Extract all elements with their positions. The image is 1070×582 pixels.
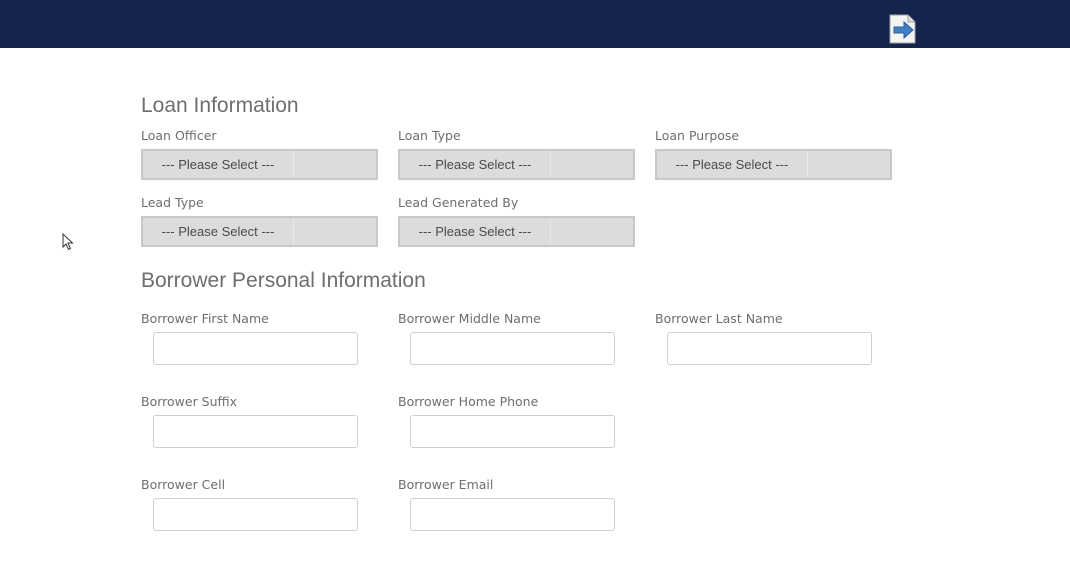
loan-officer-label: Loan Officer — [141, 128, 217, 143]
loan-purpose-selected-value: --- Please Select --- — [657, 151, 808, 178]
lead-generated-by-selected-value: --- Please Select --- — [400, 218, 551, 245]
borrower-first-name-input[interactable] — [153, 332, 358, 365]
borrower-last-name-label: Borrower Last Name — [655, 311, 783, 326]
borrower-middle-name-input[interactable] — [410, 332, 615, 365]
loan-type-select[interactable]: --- Please Select --- — [398, 149, 635, 180]
lead-generated-by-select[interactable]: --- Please Select --- — [398, 216, 635, 247]
logout-icon[interactable] — [888, 14, 918, 44]
borrower-last-name-input[interactable] — [667, 332, 872, 365]
loan-officer-select[interactable]: --- Please Select --- — [141, 149, 378, 180]
borrower-personal-information-heading: Borrower Personal Information — [141, 269, 426, 292]
loan-type-label: Loan Type — [398, 128, 461, 143]
loan-purpose-label: Loan Purpose — [655, 128, 740, 143]
top-header-bar — [0, 0, 1070, 48]
borrower-cell-label: Borrower Cell — [141, 477, 226, 492]
lead-type-select[interactable]: --- Please Select --- — [141, 216, 378, 247]
borrower-middle-name-label: Borrower Middle Name — [398, 311, 541, 326]
lead-type-selected-value: --- Please Select --- — [143, 218, 294, 245]
mouse-pointer-icon — [62, 232, 74, 251]
borrower-email-input[interactable] — [410, 498, 615, 531]
borrower-cell-input[interactable] — [153, 498, 358, 531]
lead-generated-by-label: Lead Generated By — [398, 195, 519, 210]
borrower-home-phone-label: Borrower Home Phone — [398, 394, 539, 409]
loan-type-selected-value: --- Please Select --- — [400, 151, 551, 178]
loan-officer-selected-value: --- Please Select --- — [143, 151, 294, 178]
borrower-suffix-label: Borrower Suffix — [141, 394, 238, 409]
lead-type-label: Lead Type — [141, 195, 204, 210]
loan-information-heading: Loan Information — [141, 94, 299, 117]
borrower-email-label: Borrower Email — [398, 477, 494, 492]
loan-purpose-select[interactable]: --- Please Select --- — [655, 149, 892, 180]
borrower-suffix-input[interactable] — [153, 415, 358, 448]
borrower-first-name-label: Borrower First Name — [141, 311, 269, 326]
borrower-home-phone-input[interactable] — [410, 415, 615, 448]
